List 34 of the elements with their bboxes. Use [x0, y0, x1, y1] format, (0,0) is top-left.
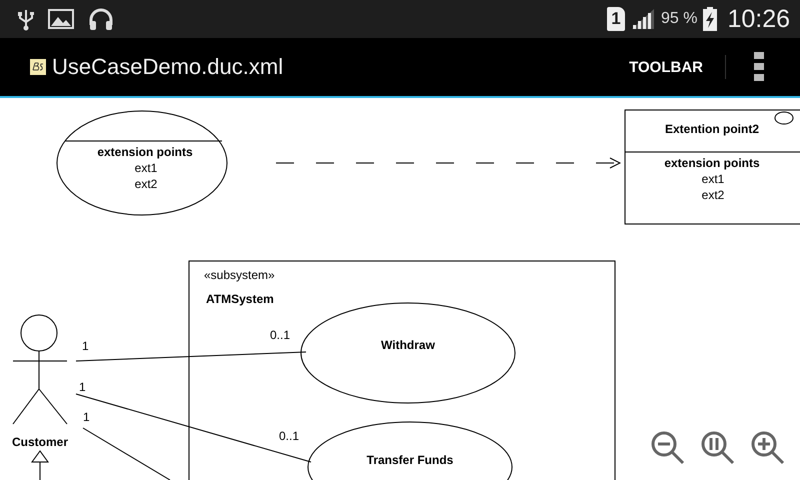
sim-card-icon: 1: [606, 7, 625, 31]
actor-name: Customer: [12, 435, 68, 449]
compartment-heading: extension points: [97, 145, 193, 159]
use-case-name: Withdraw: [381, 338, 435, 352]
class-name: Extention point2: [665, 122, 759, 136]
zoom-out-icon[interactable]: [650, 430, 686, 466]
battery-charging-icon: [703, 7, 718, 31]
zoom-fit-icon[interactable]: [700, 430, 736, 466]
multiplicity-label: 1: [79, 380, 86, 394]
usb-icon: [18, 7, 34, 31]
signal-icon: [630, 8, 655, 30]
subsystem-name: ATMSystem: [206, 292, 274, 306]
document-icon: [30, 59, 46, 75]
use-case-name: Transfer Funds: [366, 453, 454, 467]
extension-point: ext2: [702, 188, 724, 202]
document-title: UseCaseDemo.duc.xml: [52, 54, 284, 80]
image-icon: [48, 9, 74, 29]
extension-point: ext1: [702, 172, 724, 186]
headphones-icon: [88, 7, 114, 31]
use-case-symbol-icon: [774, 112, 794, 124]
extension-point: ext2: [134, 177, 158, 191]
zoom-in-icon[interactable]: [750, 430, 786, 466]
clock-time: 10:26: [727, 4, 790, 34]
extension-point: ext1: [134, 161, 158, 175]
battery-percent: 95 %: [660, 10, 698, 28]
multiplicity-label: 1: [83, 410, 90, 424]
toolbar-button[interactable]: TOOLBAR: [621, 52, 711, 82]
overflow-menu-icon[interactable]: [754, 52, 764, 82]
multiplicity-label: 0..1: [270, 328, 290, 342]
compartment-heading: extension points: [664, 156, 760, 170]
stereotype-label: «subsystem»: [204, 268, 275, 282]
generalization-arrow: [31, 450, 49, 480]
multiplicity-label: 1: [82, 339, 89, 353]
multiplicity-label: 0..1: [279, 429, 300, 443]
